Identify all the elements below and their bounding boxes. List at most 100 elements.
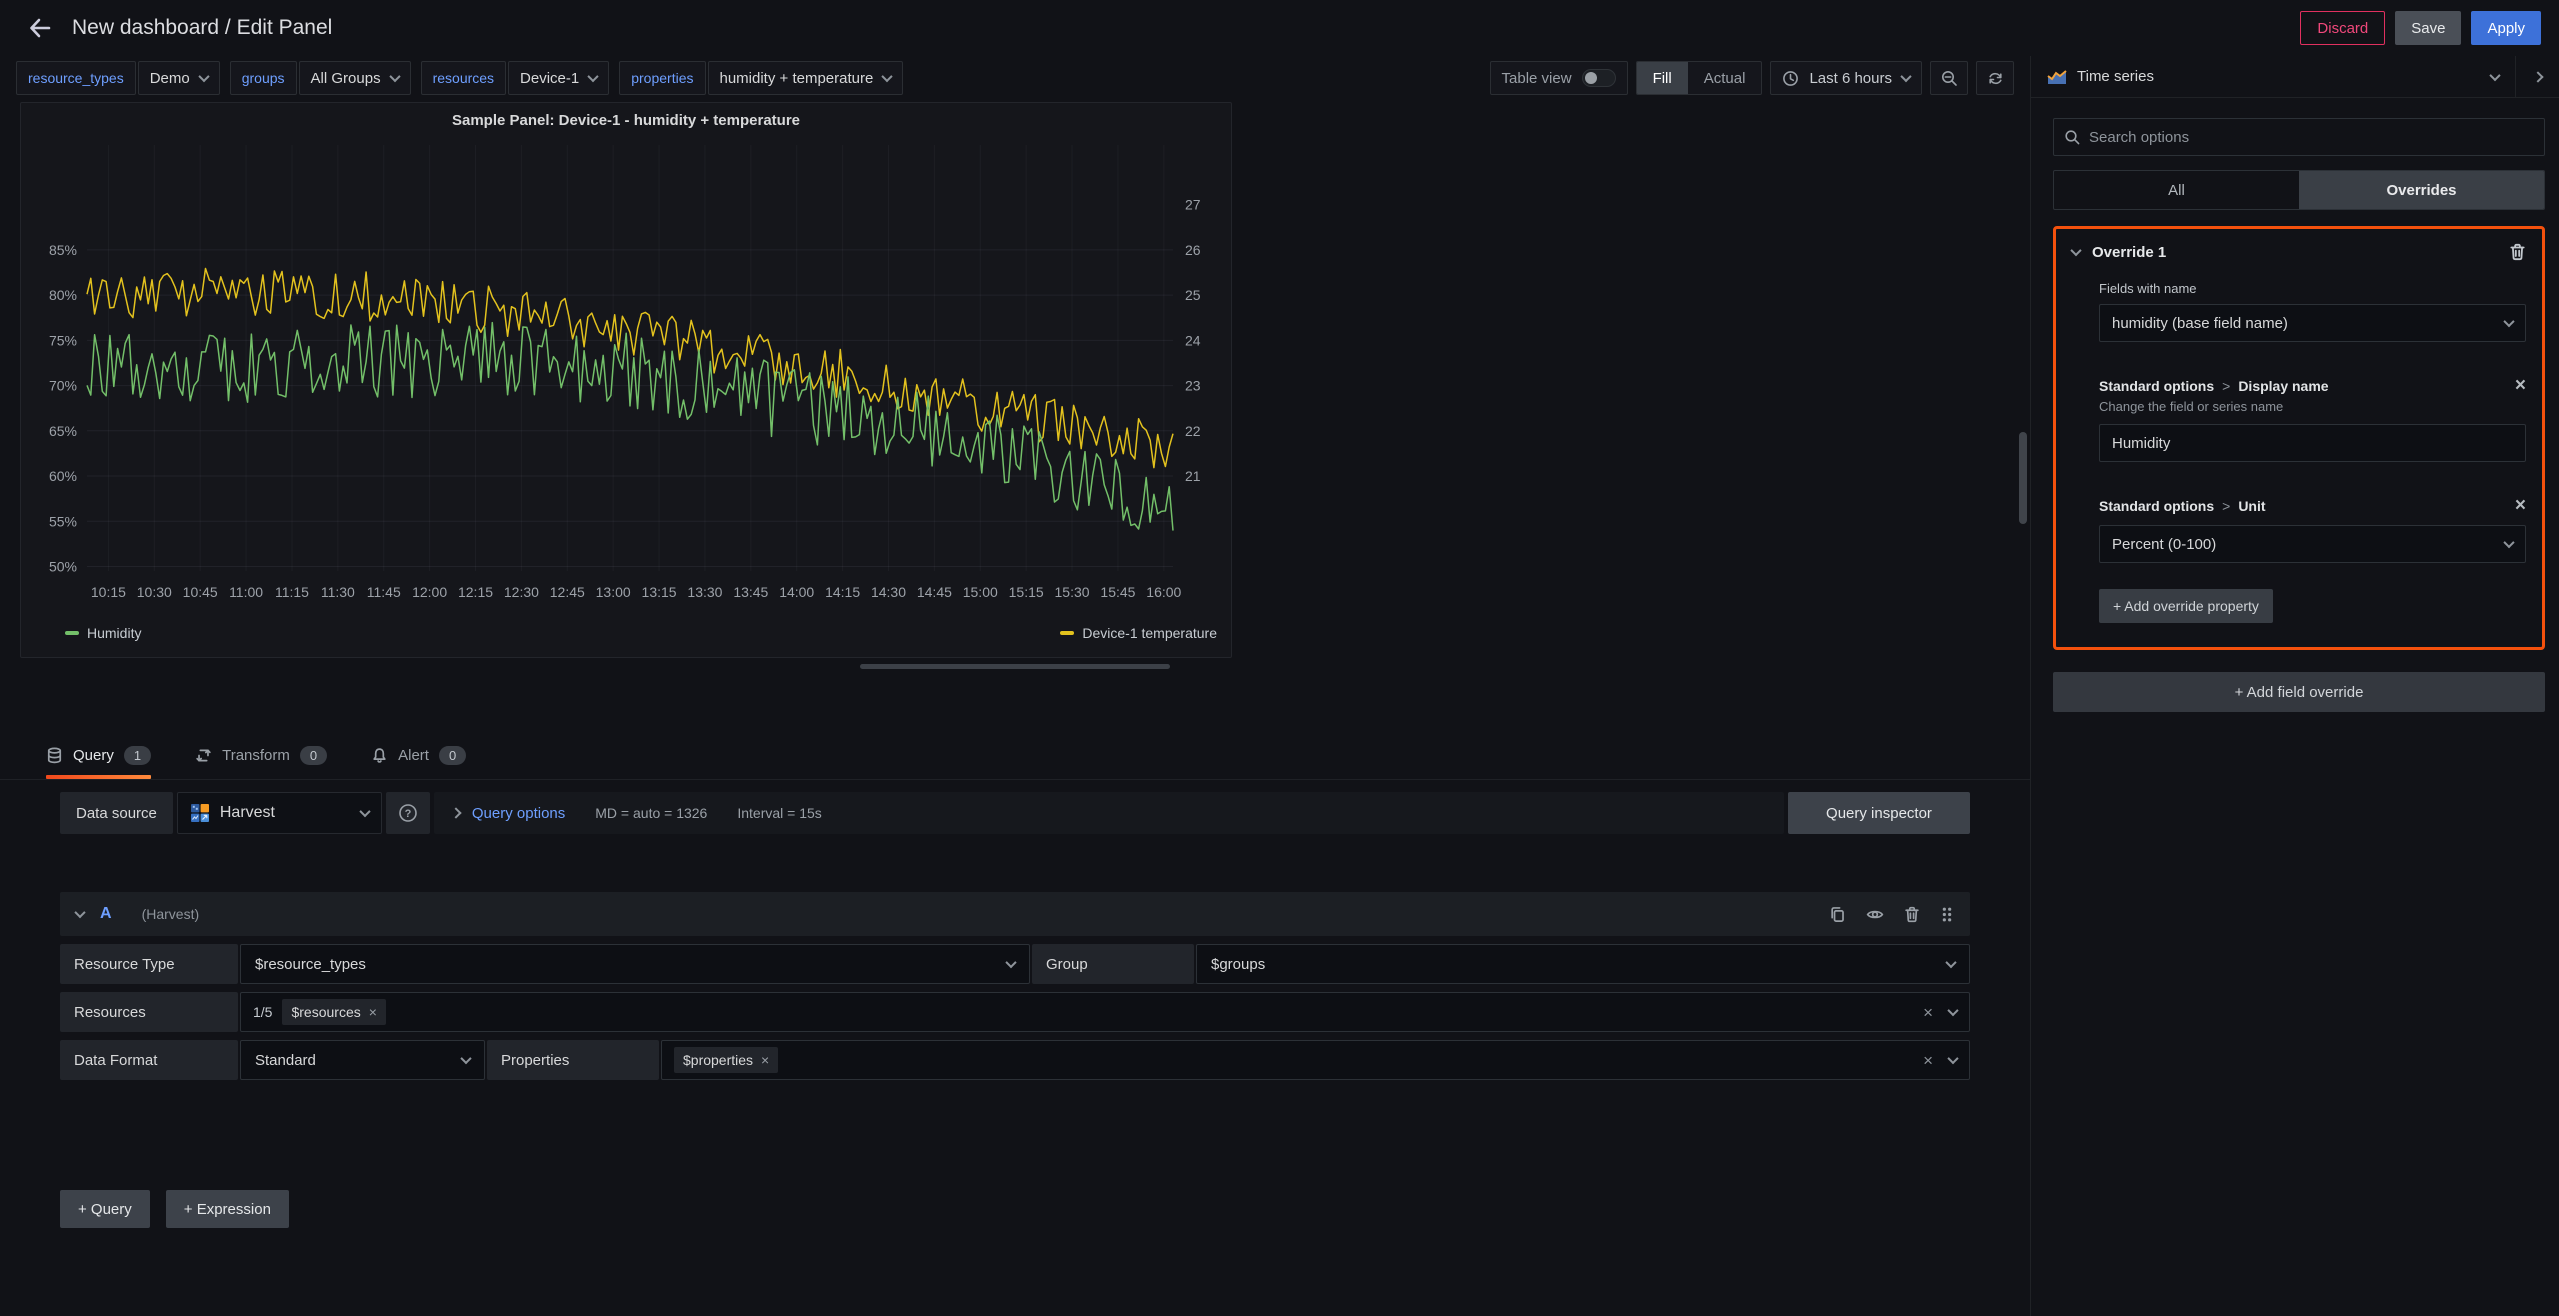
property-description: Change the field or series name — [2099, 399, 2526, 414]
top-bar: New dashboard / Edit Panel Discard Save … — [0, 0, 2559, 56]
toggle-knob — [1585, 72, 1597, 84]
clear-field-icon[interactable]: × — [1923, 1052, 1933, 1069]
scrollbar-thumb[interactable] — [2019, 432, 2027, 524]
resource-type-select[interactable]: $resource_types — [240, 944, 1030, 984]
refresh-button[interactable] — [1976, 61, 2014, 95]
add-field-override-button[interactable]: + Add field override — [2053, 672, 2545, 712]
variable-value-dropdown[interactable]: All Groups — [299, 61, 411, 95]
tab-query[interactable]: Query 1 — [46, 732, 151, 779]
table-view-toggle[interactable] — [1582, 69, 1616, 87]
resource-type-label: Resource Type — [60, 944, 238, 984]
display-name-input[interactable] — [2099, 424, 2526, 462]
property-group: Standard options — [2099, 498, 2214, 514]
legend-swatch — [65, 631, 79, 635]
max-data-points-note: MD = auto = 1326 — [595, 805, 707, 821]
chevron-down-icon — [389, 71, 400, 82]
apply-button[interactable]: Apply — [2471, 11, 2541, 45]
tab-count-badge: 0 — [439, 746, 466, 765]
legend-item-temperature[interactable]: Device-1 temperature — [1060, 625, 1217, 641]
collapse-options-button[interactable] — [2515, 56, 2559, 97]
chevron-down-icon — [359, 806, 370, 817]
duplicate-query-button[interactable] — [1829, 906, 1846, 923]
zoom-out-button[interactable] — [1930, 61, 1968, 95]
variable-label: resources — [433, 70, 494, 86]
query-header[interactable]: A (Harvest) — [60, 892, 1970, 936]
chevron-down-icon — [460, 1053, 471, 1064]
options-search-input[interactable] — [2089, 129, 2534, 146]
options-filter-tabs: All Overrides — [2053, 170, 2545, 210]
delete-override-button[interactable] — [2509, 243, 2526, 261]
resources-label: Resources — [60, 992, 238, 1032]
svg-text:13:15: 13:15 — [642, 584, 677, 600]
matcher-label: Fields with name — [2099, 281, 2526, 296]
chevron-down-icon[interactable] — [1947, 1005, 1958, 1016]
matcher-select[interactable]: humidity (base field name) — [2099, 304, 2526, 342]
svg-text:12:30: 12:30 — [504, 584, 539, 600]
variable-resource-types: resource_types Demo — [16, 61, 220, 95]
legend-item-humidity[interactable]: Humidity — [65, 625, 141, 641]
breadcrumb-separator: > — [2222, 378, 2230, 394]
query-options-link[interactable]: Query options — [472, 805, 565, 822]
fill-option[interactable]: Fill — [1637, 62, 1688, 94]
data-format-select[interactable]: Standard — [240, 1040, 485, 1080]
group-select[interactable]: $groups — [1196, 944, 1970, 984]
add-override-property-button[interactable]: + Add override property — [2099, 589, 2273, 623]
actual-option[interactable]: Actual — [1688, 62, 1762, 94]
svg-text:13:45: 13:45 — [733, 584, 768, 600]
svg-text:12:00: 12:00 — [412, 584, 447, 600]
variable-value-dropdown[interactable]: Demo — [138, 61, 220, 95]
refresh-icon — [1987, 70, 2004, 87]
hide-query-button[interactable] — [1866, 906, 1884, 923]
add-expression-button[interactable]: + Expression — [166, 1190, 289, 1228]
tab-transform[interactable]: Transform 0 — [195, 732, 327, 779]
chevron-right-icon — [450, 807, 461, 818]
page-title: New dashboard / Edit Panel — [72, 16, 332, 40]
query-inspector-button[interactable]: Query inspector — [1788, 792, 1970, 834]
bell-icon — [371, 747, 388, 764]
property-name: Display name — [2238, 378, 2328, 394]
variable-value-dropdown[interactable]: humidity + temperature — [708, 61, 904, 95]
visualization-picker[interactable]: Time series — [2031, 56, 2559, 98]
variable-value-dropdown[interactable]: Device-1 — [508, 61, 609, 95]
svg-text:85%: 85% — [49, 242, 77, 258]
tab-overrides[interactable]: Overrides — [2299, 171, 2544, 209]
chevron-down-icon — [1005, 957, 1016, 968]
transform-icon — [195, 747, 212, 764]
resize-handle[interactable] — [860, 664, 1170, 669]
tab-count-badge: 1 — [124, 746, 151, 765]
properties-chip: $properties × — [674, 1047, 778, 1073]
datasource-help-button[interactable]: ? — [386, 792, 430, 834]
save-button[interactable]: Save — [2395, 11, 2461, 45]
back-button[interactable] — [18, 6, 62, 50]
unit-select[interactable]: Percent (0-100) — [2099, 525, 2526, 563]
search-icon — [2064, 129, 2081, 146]
tab-alert[interactable]: Alert 0 — [371, 732, 466, 779]
resources-multiselect[interactable]: 1/5 $resources × × — [240, 992, 1970, 1032]
collapse-chevron-icon[interactable] — [2070, 245, 2081, 256]
svg-text:14:30: 14:30 — [871, 584, 906, 600]
variable-label: groups — [242, 70, 285, 86]
clear-field-icon[interactable]: × — [1923, 1004, 1933, 1021]
add-query-button[interactable]: + Query — [60, 1190, 150, 1228]
timeseries-chart[interactable]: 85%80%75%70%65%60%55%50%2726252423222110… — [21, 137, 1233, 623]
dashboard-toolbar: resource_types Demo groups All Groups re… — [0, 56, 2030, 100]
query-footer-buttons: + Query + Expression — [60, 1190, 2030, 1228]
time-range-picker[interactable]: Last 6 hours — [1770, 61, 1922, 95]
drag-handle-icon[interactable] — [1940, 906, 1954, 923]
remove-chip-icon[interactable]: × — [761, 1052, 769, 1068]
datasource-picker[interactable]: Harvest — [177, 792, 382, 834]
query-ref-id: A — [100, 905, 112, 923]
viz-name: Time series — [2077, 68, 2154, 85]
chevron-down-icon[interactable] — [1947, 1053, 1958, 1064]
remove-chip-icon[interactable]: × — [369, 1004, 377, 1020]
options-search — [2053, 118, 2545, 156]
discard-button[interactable]: Discard — [2300, 11, 2385, 45]
topbar-actions: Discard Save Apply — [2300, 11, 2541, 45]
remove-property-button[interactable]: × — [2515, 376, 2526, 395]
tab-all-options[interactable]: All — [2054, 171, 2299, 209]
remove-property-button[interactable]: × — [2515, 496, 2526, 515]
properties-multiselect[interactable]: $properties × × — [661, 1040, 1970, 1080]
data-format-row: Data Format Standard Properties $propert… — [60, 1040, 1970, 1080]
delete-query-button[interactable] — [1904, 906, 1920, 923]
datasource-label: Data source — [60, 792, 173, 834]
